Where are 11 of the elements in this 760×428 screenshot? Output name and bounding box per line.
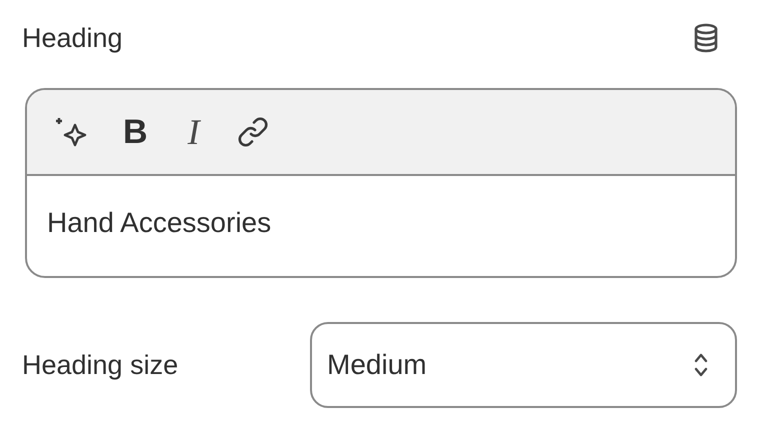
rich-text-editor[interactable]: B I Hand Accessories	[25, 88, 737, 278]
field-label: Heading size	[22, 348, 180, 382]
bold-button[interactable]: B	[119, 115, 152, 149]
italic-button[interactable]: I	[182, 114, 206, 150]
editor-text[interactable]: Hand Accessories	[27, 176, 735, 244]
select-field[interactable]: Medium	[310, 322, 737, 408]
chevron-up-down-icon	[693, 351, 709, 379]
field-label: Heading	[22, 22, 123, 55]
database-icon[interactable]	[693, 23, 719, 53]
sparkle-icon[interactable]	[53, 115, 89, 149]
link-icon[interactable]	[236, 115, 270, 149]
